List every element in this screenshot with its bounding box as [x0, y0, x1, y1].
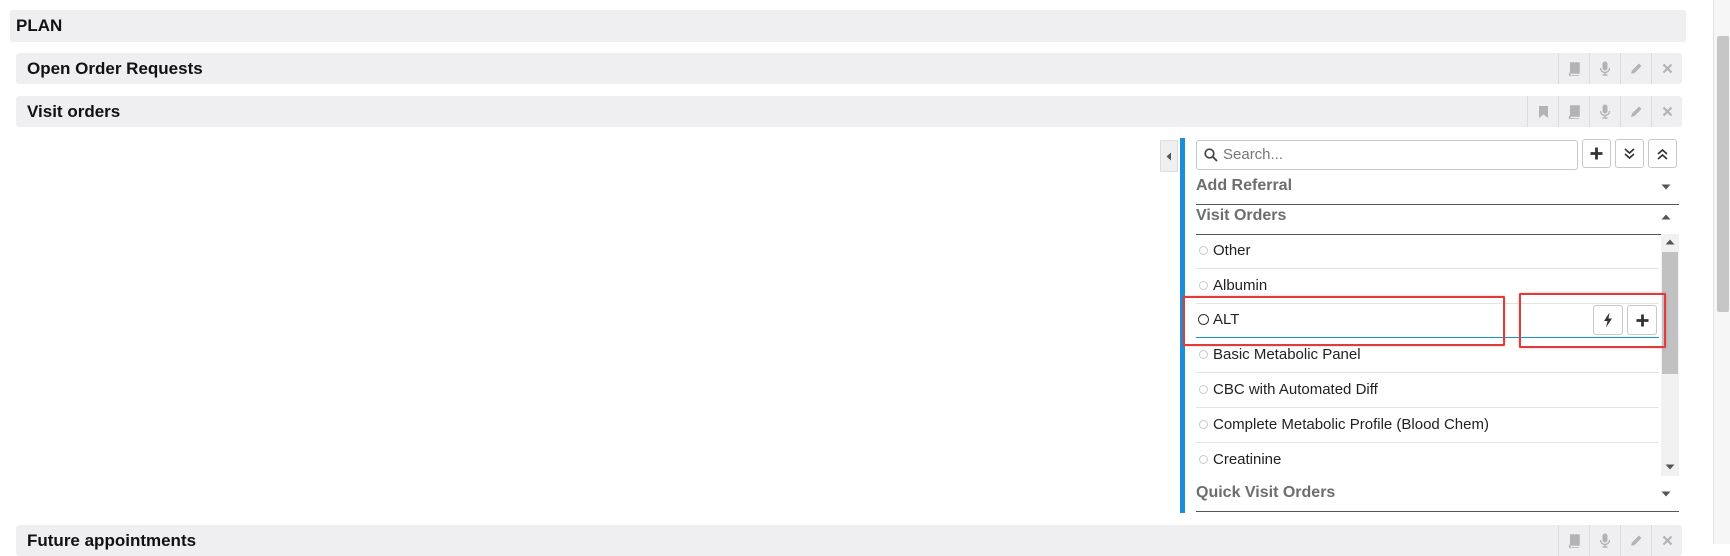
close-icon[interactable]	[1651, 53, 1682, 84]
radio-button[interactable]	[1199, 455, 1208, 464]
radio-button[interactable]	[1199, 350, 1208, 359]
radio-button[interactable]	[1199, 385, 1208, 394]
microphone-icon[interactable]	[1589, 96, 1620, 127]
list-item[interactable]: Creatinine	[1196, 443, 1659, 476]
add-item-button[interactable]	[1627, 305, 1657, 335]
list-item-label: Creatinine	[1213, 451, 1282, 468]
plan-header: PLAN	[10, 10, 1686, 42]
section-actions	[1527, 96, 1682, 127]
book-icon[interactable]	[1558, 525, 1589, 556]
radio-button[interactable]	[1198, 314, 1209, 325]
list-item-active[interactable]: ALT	[1196, 303, 1659, 338]
add-order-button[interactable]	[1582, 139, 1611, 168]
list-item[interactable]: CBC with Automated Diff	[1196, 373, 1659, 408]
caret-up-icon	[1661, 214, 1671, 220]
section-actions	[1558, 53, 1682, 84]
list-scrollbar[interactable]	[1661, 234, 1679, 476]
list-item-label: Basic Metabolic Panel	[1213, 346, 1361, 363]
scroll-up-icon[interactable]	[1665, 239, 1675, 245]
category-label: Visit Orders	[1196, 207, 1287, 224]
section-open-order-requests[interactable]: Open Order Requests	[16, 53, 1682, 84]
page-scrollbar-thumb[interactable]	[1717, 36, 1729, 312]
page-scrollbar[interactable]	[1713, 0, 1730, 544]
section-actions	[1558, 525, 1682, 556]
section-title: Future appointments	[27, 531, 197, 550]
book-icon[interactable]	[1558, 96, 1589, 127]
search-icon	[1204, 148, 1218, 162]
plus-icon	[1590, 147, 1603, 160]
caret-down-icon	[1661, 491, 1671, 497]
section-visit-orders[interactable]: Visit orders	[16, 96, 1682, 127]
category-quick-visit-orders[interactable]: Quick Visit Orders	[1196, 478, 1679, 512]
category-label: Quick Visit Orders	[1196, 484, 1336, 501]
list-item-label: CBC with Automated Diff	[1213, 381, 1378, 398]
double-chevron-up-icon	[1657, 148, 1668, 160]
caret-left-icon	[1166, 152, 1171, 160]
collapse-all-button[interactable]	[1648, 139, 1677, 168]
double-chevron-down-icon	[1624, 147, 1635, 159]
list-item[interactable]: Other	[1196, 234, 1659, 269]
plus-icon	[1636, 314, 1648, 326]
collapse-panel-button[interactable]	[1160, 140, 1178, 172]
quick-order-button[interactable]	[1593, 305, 1623, 335]
list-item-label: Complete Metabolic Profile (Blood Chem)	[1213, 416, 1489, 433]
radio-button[interactable]	[1199, 246, 1208, 255]
list-item[interactable]: Complete Metabolic Profile (Blood Chem)	[1196, 408, 1659, 443]
section-title: Visit orders	[27, 102, 121, 121]
section-future-appointments[interactable]: Future appointments	[16, 525, 1682, 556]
pencil-icon[interactable]	[1620, 96, 1651, 127]
close-icon[interactable]	[1651, 96, 1682, 127]
pencil-icon[interactable]	[1620, 525, 1651, 556]
close-icon[interactable]	[1651, 525, 1682, 556]
visit-orders-list: Other Albumin ALT Basic Metabolic Panel …	[1196, 234, 1679, 476]
list-scrollbar-thumb[interactable]	[1662, 252, 1678, 374]
list-item-label: Other	[1213, 242, 1251, 259]
search-box[interactable]	[1196, 140, 1578, 170]
microphone-icon[interactable]	[1589, 525, 1620, 556]
list-item[interactable]: Basic Metabolic Panel	[1196, 338, 1659, 373]
radio-button[interactable]	[1199, 281, 1208, 290]
category-label: Add Referral	[1196, 177, 1293, 194]
plan-title: PLAN	[16, 16, 63, 35]
search-input[interactable]	[1223, 144, 1563, 164]
list-item-label: Albumin	[1213, 277, 1268, 294]
microphone-icon[interactable]	[1589, 53, 1620, 84]
order-picker-panel: Add Referral Visit Orders Other Albumin …	[1180, 138, 1679, 513]
lightning-icon	[1604, 312, 1612, 328]
list-item[interactable]: Albumin	[1196, 269, 1659, 304]
category-visit-orders[interactable]: Visit Orders	[1196, 201, 1679, 235]
caret-down-icon	[1661, 184, 1671, 190]
scroll-down-icon[interactable]	[1665, 464, 1675, 470]
list-item-label: ALT	[1213, 311, 1240, 328]
category-add-referral[interactable]: Add Referral	[1196, 171, 1679, 205]
book-icon[interactable]	[1558, 53, 1589, 84]
section-title: Open Order Requests	[27, 59, 203, 78]
bookmark-icon[interactable]	[1527, 96, 1558, 127]
radio-button[interactable]	[1199, 420, 1208, 429]
pencil-icon[interactable]	[1620, 53, 1651, 84]
expand-all-button[interactable]	[1615, 139, 1644, 168]
